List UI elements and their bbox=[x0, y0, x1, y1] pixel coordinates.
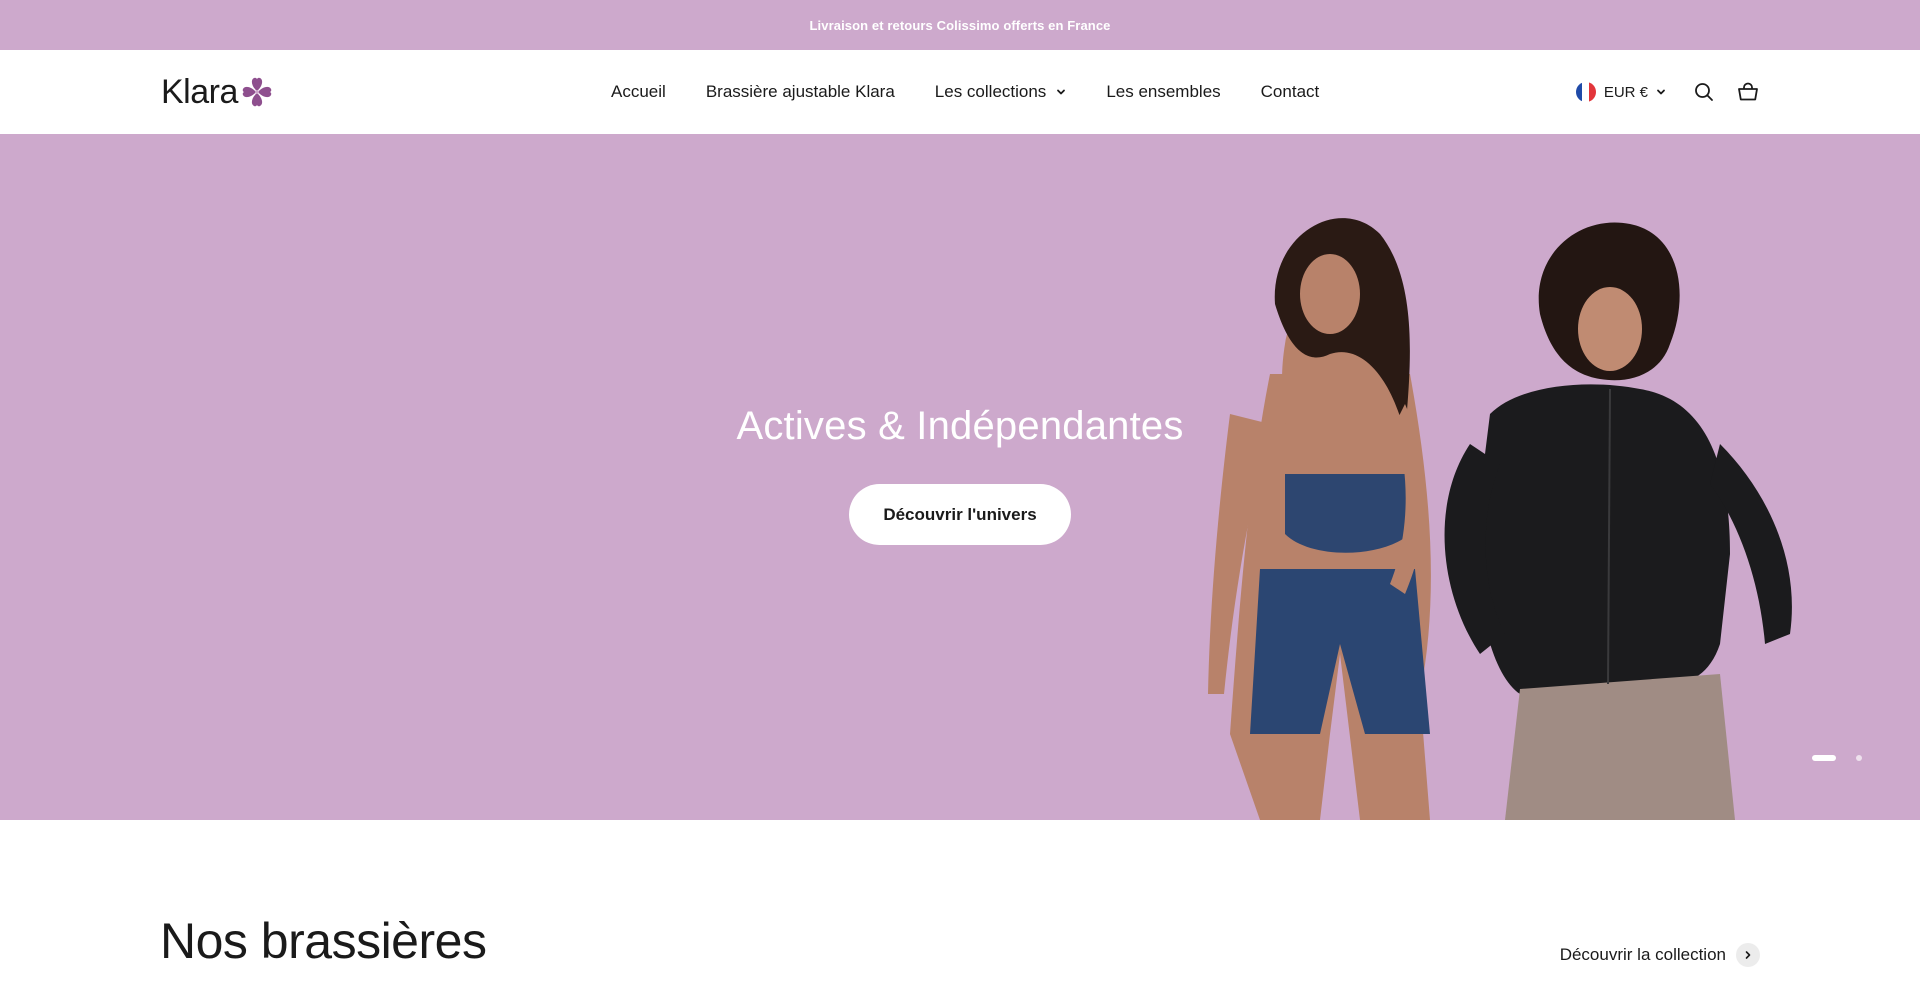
nav-item-contact[interactable]: Contact bbox=[1261, 82, 1320, 102]
discover-universe-button[interactable]: Découvrir l'univers bbox=[849, 484, 1071, 545]
slide-dot-1[interactable] bbox=[1812, 755, 1836, 761]
slideshow-pagination bbox=[1812, 755, 1862, 761]
site-header: Klara Accueil Brassière ajustable Klara … bbox=[0, 50, 1920, 134]
nav-item-label: Brassière ajustable Klara bbox=[705, 82, 895, 101]
currency-label: EUR € bbox=[1603, 83, 1648, 101]
nav-item-label: Les ensembles bbox=[1106, 82, 1221, 101]
discover-collection-link[interactable]: Découvrir la collection bbox=[1560, 943, 1760, 967]
cart-button[interactable] bbox=[1736, 80, 1760, 104]
slide-dot-2[interactable] bbox=[1856, 755, 1862, 761]
chevron-down-icon bbox=[1057, 89, 1066, 95]
nav-item-ensembles[interactable]: Les ensembles bbox=[1106, 82, 1220, 102]
logo-text: Klara bbox=[161, 73, 238, 111]
france-flag-icon bbox=[1575, 82, 1596, 102]
nav-item-collections[interactable]: Les collections bbox=[935, 82, 1067, 102]
main-nav: Accueil Brassière ajustable Klara Les co… bbox=[611, 80, 1319, 104]
nav-item-brassiere[interactable]: Brassière ajustable Klara bbox=[706, 82, 895, 102]
collection-link-label: Découvrir la collection bbox=[1559, 945, 1726, 964]
hero-models-image bbox=[1208, 218, 1792, 820]
announcement-bar: Livraison et retours Colissimo offerts e… bbox=[0, 0, 1920, 50]
nav-item-label: Les collections bbox=[934, 82, 1047, 101]
nav-item-accueil[interactable]: Accueil bbox=[611, 82, 666, 102]
announcement-text: Livraison et retours Colissimo offerts e… bbox=[809, 17, 1111, 33]
chevron-down-icon bbox=[1657, 89, 1665, 95]
header-actions: EUR € bbox=[1575, 78, 1760, 106]
search-button[interactable] bbox=[1692, 80, 1716, 104]
model-left bbox=[1208, 218, 1431, 820]
hero-slideshow: Actives & Indépendantes Découvrir l'univ… bbox=[0, 134, 1920, 820]
section-title: Nos brassières bbox=[160, 913, 487, 969]
nav-item-label: Contact bbox=[1260, 82, 1320, 101]
cart-icon bbox=[1738, 82, 1758, 101]
model-right bbox=[1444, 222, 1792, 820]
search-icon bbox=[1695, 83, 1713, 101]
nav-item-label: Accueil bbox=[611, 82, 666, 101]
flower-icon bbox=[242, 77, 272, 107]
currency-selector[interactable]: EUR € bbox=[1575, 82, 1666, 102]
hero-title: Actives & Indépendantes bbox=[736, 404, 1184, 448]
chevron-right-icon bbox=[1736, 943, 1760, 967]
logo[interactable]: Klara bbox=[161, 74, 274, 110]
